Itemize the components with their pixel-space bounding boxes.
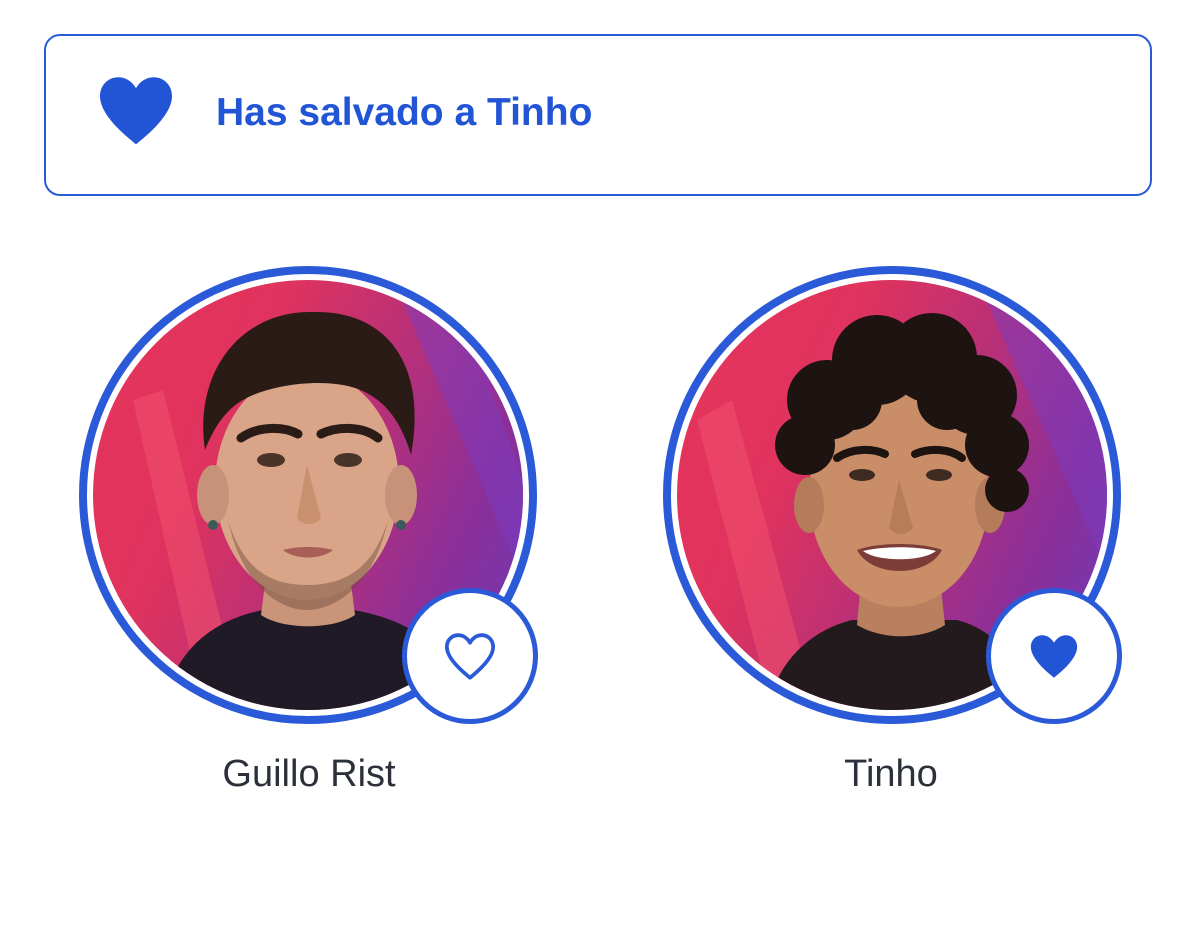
heart-filled-icon (96, 74, 176, 146)
candidate-name: Guillo Rist (222, 753, 396, 795)
candidate-name: Tinho (844, 753, 938, 795)
save-confirmation-banner (44, 34, 1152, 196)
candidate-card-tinho[interactable] (663, 266, 1122, 726)
heart-filled-icon (1030, 635, 1078, 678)
vote-button-guillo-rist[interactable] (402, 588, 538, 724)
heart-outline-icon (444, 633, 496, 680)
candidate-card-guillo-rist[interactable] (79, 266, 538, 726)
vote-button-tinho[interactable] (986, 588, 1122, 724)
banner-message: Has salvado a Tinho (216, 91, 593, 134)
